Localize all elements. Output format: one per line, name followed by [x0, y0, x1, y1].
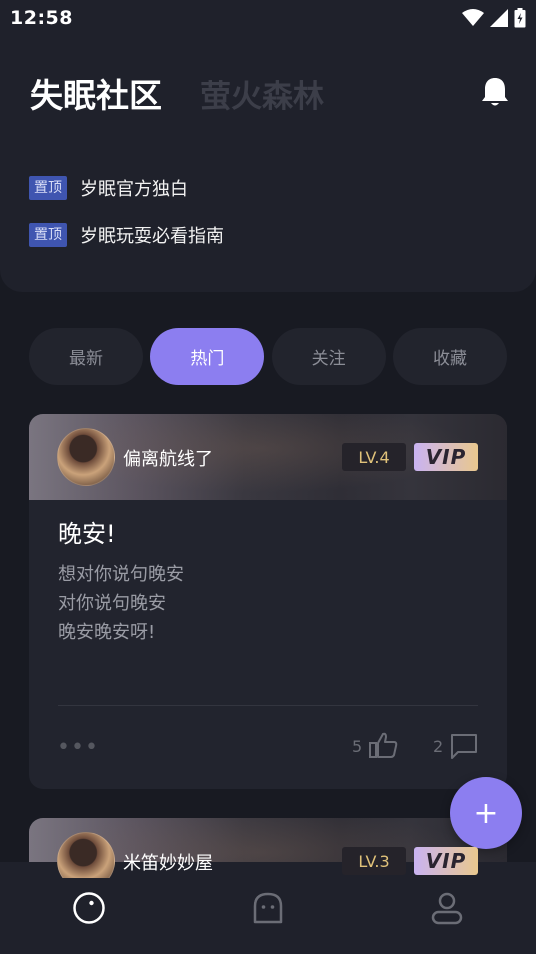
create-post-button[interactable]: + [450, 777, 522, 849]
tab-insomnia-community[interactable]: 失眠社区 [30, 69, 162, 117]
battery-icon [514, 8, 526, 28]
profile-icon [431, 892, 462, 925]
wifi-icon [462, 9, 484, 26]
bell-icon[interactable] [480, 76, 510, 108]
filter-tab-latest[interactable]: 最新 [29, 328, 143, 385]
like-count: 5 [352, 737, 363, 756]
post-body: 想对你说句晚安 对你说句晚安 晚安晚安呀! [58, 560, 184, 647]
nav-profile[interactable] [417, 878, 477, 938]
ghost-icon [253, 892, 283, 924]
pinned-title: 岁眠官方独白 [80, 179, 188, 200]
level-badge: LV.3 [342, 847, 406, 875]
filter-tabs: 最新 热门 关注 收藏 [29, 328, 507, 385]
pinned-item[interactable]: 置顶 岁眠官方独白 [29, 175, 224, 201]
nav-home[interactable] [59, 878, 119, 938]
more-options-icon[interactable]: ••• [57, 735, 99, 760]
nav-ghost[interactable] [238, 878, 298, 938]
signal-icon [490, 9, 508, 27]
post-card-header: 偏离航线了 LV.4 VIP [29, 414, 507, 500]
username[interactable]: 偏离航线了 [123, 445, 213, 471]
pinned-badge: 置顶 [29, 176, 67, 200]
comment-icon[interactable] [449, 732, 479, 760]
pinned-list: 置顶 岁眠官方独白 置顶 岁眠玩耍必看指南 [29, 175, 224, 269]
status-icons [462, 8, 526, 28]
status-bar: 12:58 [0, 0, 536, 36]
tab-firefly-forest[interactable]: 萤火森林 [200, 71, 324, 116]
username[interactable]: 米笛妙妙屋 [123, 849, 213, 875]
filter-tab-hot[interactable]: 热门 [150, 328, 265, 385]
status-time: 12:58 [10, 7, 73, 29]
filter-tab-following[interactable]: 关注 [271, 328, 386, 385]
home-planet-icon [73, 892, 106, 924]
vip-badge: VIP [414, 443, 478, 471]
pinned-item[interactable]: 置顶 岁眠玩耍必看指南 [29, 222, 224, 248]
filter-tab-favorites[interactable]: 收藏 [392, 328, 507, 385]
header: 失眠社区 萤火森林 [30, 70, 510, 116]
comment-count: 2 [433, 737, 444, 756]
post-card[interactable]: 偏离航线了 LV.4 VIP 晚安! 想对你说句晚安 对你说句晚安 晚安晚安呀!… [29, 414, 507, 789]
plus-icon: + [473, 795, 499, 831]
post-title: 晚安! [58, 520, 116, 548]
post-body-line: 晚安晚安呀! [58, 622, 156, 643]
post-body-line: 对你说句晚安 [58, 593, 166, 614]
divider [58, 705, 478, 706]
level-badge: LV.4 [342, 443, 406, 471]
avatar[interactable] [57, 832, 115, 878]
avatar[interactable] [57, 428, 115, 486]
pinned-badge: 置顶 [29, 223, 67, 247]
vip-badge: VIP [414, 847, 478, 875]
pinned-title: 岁眠玩耍必看指南 [80, 226, 224, 247]
post-body-line: 想对你说句晚安 [58, 564, 184, 585]
thumbs-up-icon[interactable] [368, 731, 398, 759]
